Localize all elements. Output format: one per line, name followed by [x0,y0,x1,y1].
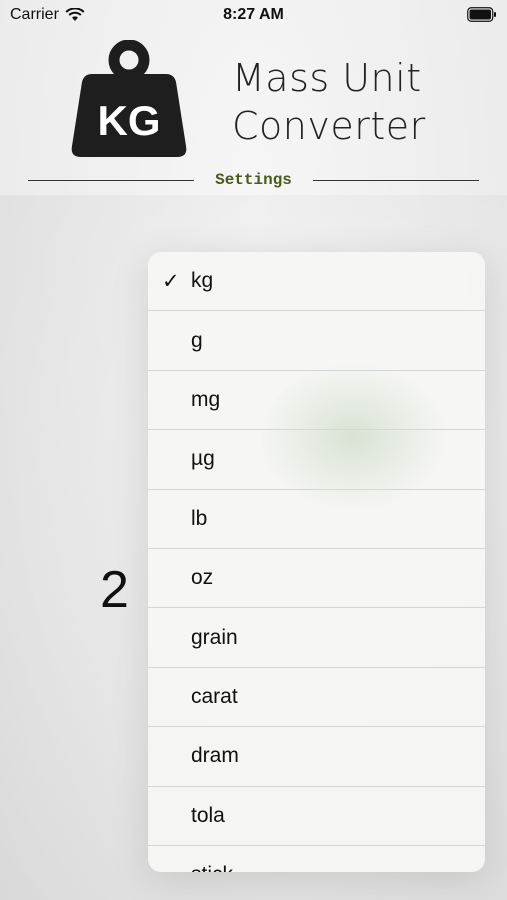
app-screen: Carrier 8:27 AM KG Mass Unit Converter S… [0,0,507,900]
status-bar: Carrier 8:27 AM [0,0,507,30]
unit-menu-item-7[interactable]: carat [148,668,485,728]
unit-menu-item-label: stick [191,863,233,872]
unit-menu-item-9[interactable]: tola [148,787,485,846]
unit-menu-item-label: mg [191,387,221,411]
unit-menu-item-label: g [191,328,203,352]
unit-menu-item-label: dram [191,744,239,768]
unit-menu-item-label: carat [191,684,238,708]
unit-menu-item-3[interactable]: µg [148,430,485,490]
app-title-line-1: Mass Unit [232,56,422,100]
clock: 8:27 AM [223,6,284,23]
unit-menu-item-2[interactable]: mg [148,371,485,431]
unit-menu-item-label: tola [191,803,225,827]
unit-menu-item-label: kg [191,269,214,293]
unit-dropdown-menu: ✓ kg g mg µg lb oz grain carat dram tola stick [148,252,485,872]
battery-icon [467,7,496,22]
unit-menu-item-0[interactable]: ✓ kg [148,252,485,312]
unit-menu-item-8[interactable]: dram [148,727,485,787]
unit-menu-item-label: grain [191,625,238,649]
divider-left [28,180,194,181]
checkmark-icon: ✓ [162,269,180,293]
unit-menu-list: ✓ kg g mg µg lb oz grain carat dram tola stick [148,252,485,872]
divider-right [313,180,479,181]
unit-menu-item-4[interactable]: lb [148,490,485,549]
unit-menu-item-label: lb [191,506,208,530]
app-title-line-2: Converter [232,104,426,148]
unit-menu-item-10[interactable]: stick [148,846,485,872]
unit-menu-item-5[interactable]: oz [148,549,485,609]
unit-menu-item-1[interactable]: g [148,311,485,371]
logo-text: KG [98,97,161,144]
input-value[interactable]: 2 [100,560,129,620]
unit-menu-item-label: oz [191,566,214,590]
unit-menu-item-6[interactable]: grain [148,608,485,668]
kg-weight-logo-icon: KG [71,40,187,157]
unit-menu-item-label: µg [191,447,215,471]
settings-section-label[interactable]: Settings [194,171,313,189]
